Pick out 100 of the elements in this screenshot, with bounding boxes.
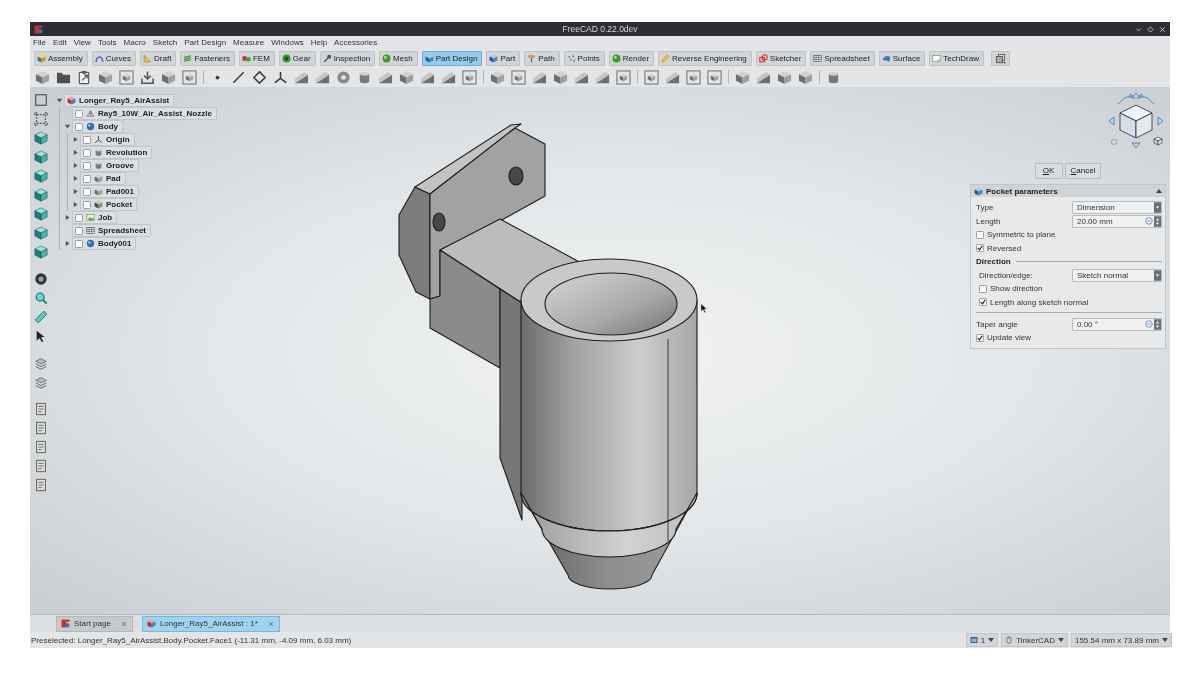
checkbox-label[interactable]: Update view xyxy=(987,333,1032,343)
checkbox[interactable] xyxy=(75,122,83,131)
workbench-button[interactable]: Part Design xyxy=(421,50,483,66)
maximize-icon[interactable] xyxy=(1147,25,1154,33)
tree-item[interactable]: Longer_Ray5_AirAssist xyxy=(64,94,175,107)
framed-cube-icon[interactable] xyxy=(616,69,631,85)
wedge-icon[interactable] xyxy=(665,69,680,85)
sheet-icon[interactable] xyxy=(34,478,48,492)
checkbox[interactable] xyxy=(83,148,91,157)
menu-item[interactable]: Tools xyxy=(97,38,117,47)
workbench-button[interactable]: Render xyxy=(608,50,655,66)
workbench-button[interactable]: Curves xyxy=(91,50,137,66)
framed-cube-icon[interactable] xyxy=(644,69,659,85)
workbench-button[interactable]: Mesh xyxy=(379,50,418,66)
menu-item[interactable]: Sketch xyxy=(152,38,178,47)
minimize-icon[interactable] xyxy=(1135,25,1142,33)
cube-icon[interactable] xyxy=(490,69,505,85)
navigation-style-button[interactable]: TinkerCAD xyxy=(1001,633,1068,647)
caret-icon[interactable] xyxy=(65,124,70,129)
workbench-button[interactable]: FEM xyxy=(238,50,275,66)
cube-icon[interactable] xyxy=(35,69,50,85)
panel-header[interactable]: Pocket parameters xyxy=(971,185,1165,197)
tree-item[interactable]: Groove xyxy=(80,159,139,172)
wedge-icon[interactable] xyxy=(441,69,456,85)
framed-cube-icon[interactable] xyxy=(462,69,477,85)
menu-item[interactable]: File xyxy=(33,38,46,47)
spin-box[interactable]: 20.00 mm xyxy=(1072,214,1162,228)
checkbox[interactable] xyxy=(976,333,984,342)
cube-icon[interactable] xyxy=(34,245,48,259)
menu-item[interactable]: Windows xyxy=(271,38,304,47)
caret-icon[interactable] xyxy=(73,163,78,168)
wedge-icon[interactable] xyxy=(294,69,309,85)
sheet-icon[interactable] xyxy=(34,402,48,416)
workbench-button[interactable]: Gear xyxy=(278,50,316,66)
sheet-icon[interactable] xyxy=(34,421,48,435)
ok-button[interactable]: OK xyxy=(1034,163,1063,179)
tree-item[interactable]: Pocket xyxy=(80,198,138,211)
tree-item[interactable]: Body001 xyxy=(72,237,137,250)
diamond-icon[interactable] xyxy=(252,69,267,85)
workbench-button[interactable]: Assembly xyxy=(34,50,88,66)
cube-icon[interactable] xyxy=(34,207,48,221)
disc-icon[interactable] xyxy=(34,272,48,286)
checkbox[interactable] xyxy=(83,135,91,144)
workbench-button[interactable]: Fasteners xyxy=(180,50,235,66)
framed-cube-icon[interactable] xyxy=(119,69,134,85)
menu-item[interactable]: Part Design xyxy=(184,38,227,47)
spin-arrows-icon[interactable] xyxy=(1154,318,1161,330)
spin-box[interactable]: 0.00 ° xyxy=(1072,317,1162,331)
cube-icon[interactable] xyxy=(34,188,48,202)
menu-item[interactable]: Accessories xyxy=(334,38,378,47)
menu-item[interactable]: Help xyxy=(310,38,328,47)
checkbox[interactable] xyxy=(83,161,91,170)
wedge-icon[interactable] xyxy=(532,69,547,85)
workbench-button[interactable]: TechDraw xyxy=(929,50,984,66)
workbench-button[interactable]: Draft xyxy=(140,50,177,66)
wedge-icon[interactable] xyxy=(378,69,393,85)
framed-cube-icon[interactable] xyxy=(511,69,526,85)
cylinder-icon[interactable] xyxy=(357,69,372,85)
cube-icon[interactable] xyxy=(735,69,750,85)
layers-icon[interactable] xyxy=(34,375,48,389)
framed-cube-icon[interactable] xyxy=(182,69,197,85)
workbench-button[interactable]: Path xyxy=(524,50,560,66)
caret-icon[interactable] xyxy=(73,137,78,142)
cube-icon[interactable] xyxy=(399,69,414,85)
cube-icon[interactable] xyxy=(161,69,176,85)
dropdown[interactable]: Dimension xyxy=(1072,200,1162,214)
tray-arrow-icon[interactable] xyxy=(140,69,155,85)
caret-icon[interactable] xyxy=(1156,189,1162,193)
checkbox-label[interactable]: Symmetric to plane xyxy=(987,230,1056,240)
checkbox[interactable] xyxy=(83,200,91,209)
checkbox[interactable] xyxy=(75,109,83,118)
wedge-icon[interactable] xyxy=(756,69,771,85)
menu-item[interactable]: View xyxy=(73,38,91,47)
ring-icon[interactable] xyxy=(336,69,351,85)
workbench-button[interactable]: Inspection xyxy=(319,50,376,66)
checkbox[interactable] xyxy=(75,226,83,235)
close-icon[interactable] xyxy=(1159,25,1166,33)
tree-item[interactable]: Body xyxy=(72,120,123,133)
workbench-button[interactable]: Points xyxy=(563,50,605,66)
caret-icon[interactable] xyxy=(73,150,78,155)
cube-icon[interactable] xyxy=(98,69,113,85)
sheet-icon[interactable] xyxy=(34,459,48,473)
cancel-button[interactable]: Cancel xyxy=(1064,163,1102,179)
checkbox[interactable] xyxy=(75,213,83,222)
dropdown[interactable]: Sketch normal xyxy=(1072,268,1162,282)
cylinder-icon[interactable] xyxy=(826,69,841,85)
ruler-icon[interactable] xyxy=(34,310,48,324)
dashed-square-icon[interactable] xyxy=(34,112,48,126)
tree-item[interactable]: Spreadsheet xyxy=(72,224,152,237)
caret-icon[interactable] xyxy=(57,98,62,103)
checkbox[interactable] xyxy=(976,244,984,253)
line-icon[interactable] xyxy=(231,69,246,85)
workbench-button[interactable]: Surface xyxy=(878,50,926,66)
dimensions-button[interactable]: 155.54 mm x 73.89 mm xyxy=(1070,633,1172,647)
tree-item[interactable]: Origin xyxy=(80,133,135,146)
caret-icon[interactable] xyxy=(73,176,78,181)
view-count-button[interactable]: 1 xyxy=(965,633,999,647)
framed-cube-icon[interactable] xyxy=(707,69,722,85)
cube-icon[interactable] xyxy=(34,169,48,183)
cube-icon[interactable] xyxy=(34,226,48,240)
